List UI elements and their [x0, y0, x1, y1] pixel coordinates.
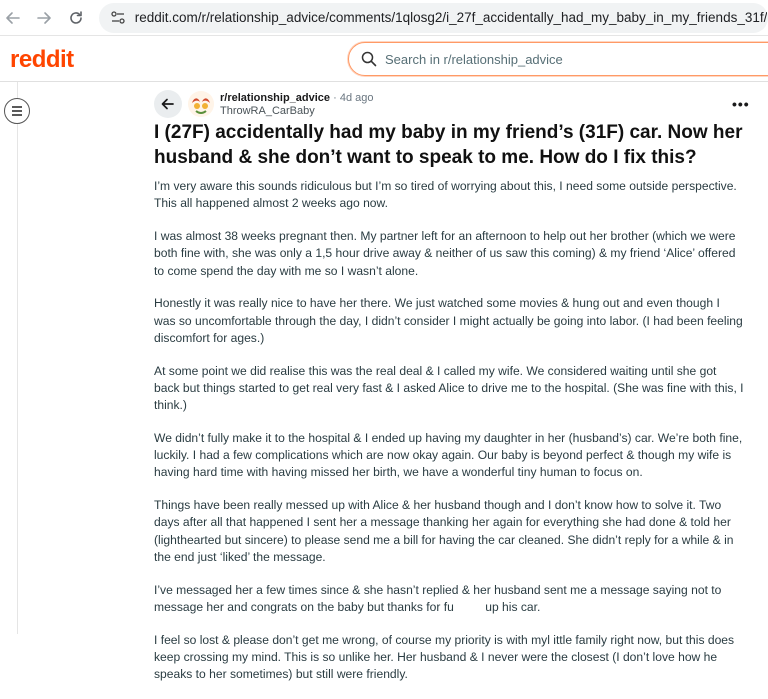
post-paragraph: Honestly it was really nice to have her …: [154, 296, 743, 345]
search-placeholder: Search in r/relationship_advice: [385, 51, 563, 67]
post-paragraph: At some point we did realise this was th…: [154, 363, 744, 413]
post-paragraph: I feel so lost & please don’t get me wro…: [154, 632, 735, 682]
site-settings-icon[interactable]: [109, 9, 127, 27]
post-title: I (27F) accidentally had my baby in my f…: [154, 122, 743, 168]
post-paragraph: Things have been really messed up with A…: [154, 498, 734, 564]
back-arrow-icon[interactable]: [0, 5, 26, 31]
left-rail: [0, 82, 18, 634]
paragraph-text: I’ve messaged her a few times since & sh…: [154, 582, 722, 614]
subreddit-link[interactable]: r/relationship_advice: [220, 92, 330, 104]
more-options-icon[interactable]: •••: [732, 96, 750, 112]
post-paragraph: I was almost 38 weeks pregnant then. My …: [154, 229, 736, 278]
search-icon: [361, 51, 377, 67]
forward-arrow-icon[interactable]: [32, 5, 58, 31]
post-paragraph: I’m very aware this sounds ridiculous bu…: [154, 179, 737, 211]
post-age: · 4d ago: [333, 92, 374, 104]
reddit-logo[interactable]: reddit: [10, 46, 74, 74]
hamburger-icon: [12, 106, 22, 116]
paragraph-text: up his car.: [481, 599, 541, 614]
reddit-header: reddit Search in r/relationship_advice: [0, 36, 768, 82]
browser-toolbar: reddit.com/r/relationship_advice/comment…: [0, 0, 768, 36]
menu-button[interactable]: [4, 98, 30, 124]
post-paragraph: I’ve messaged her a few times since & sh…: [154, 582, 744, 616]
subreddit-avatar[interactable]: [188, 91, 214, 117]
url-text: reddit.com/r/relationship_advice/comment…: [134, 10, 768, 25]
search-input[interactable]: Search in r/relationship_advice: [348, 42, 768, 76]
arrow-left-icon: [161, 98, 174, 110]
author-link[interactable]: ThrowRA_CarBaby: [220, 105, 315, 117]
redacted-word: [453, 601, 482, 614]
reload-icon[interactable]: [63, 5, 89, 31]
post-meta: r/relationship_advice · 4d ago: [220, 92, 373, 104]
address-bar[interactable]: reddit.com/r/relationship_advice/comment…: [98, 2, 768, 33]
post-body: I’m very aware this sounds ridiculous bu…: [154, 178, 744, 699]
back-button[interactable]: [154, 90, 182, 118]
post-paragraph: We didn’t fully make it to the hospital …: [154, 430, 743, 480]
